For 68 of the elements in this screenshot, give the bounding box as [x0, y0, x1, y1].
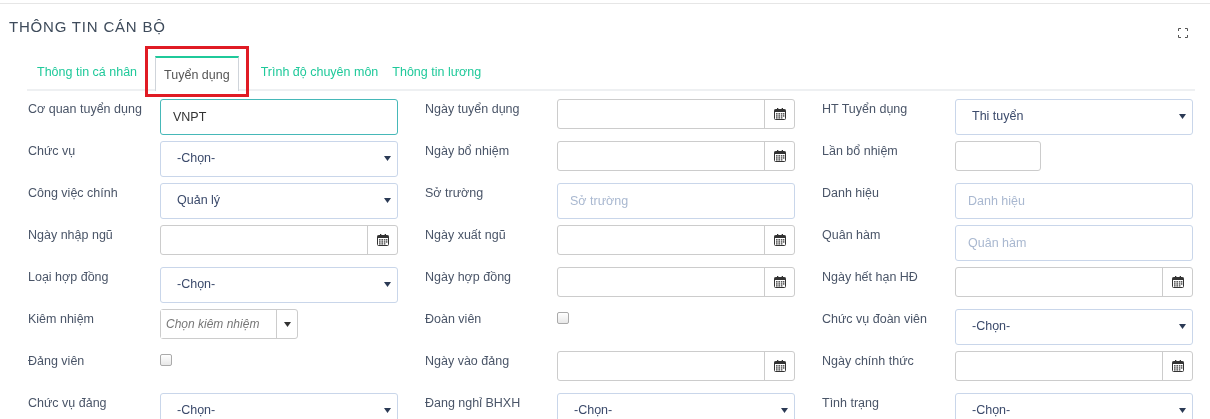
- calendar-icon[interactable]: [773, 108, 786, 120]
- field-label: Ngày nhập ngũ: [28, 227, 114, 244]
- select-field[interactable]: -Chọn-: [160, 267, 398, 303]
- number-field[interactable]: [955, 141, 1041, 171]
- field-label: Lần bổ nhiệm: [822, 143, 899, 160]
- calendar-icon[interactable]: [773, 234, 786, 246]
- date-field[interactable]: [955, 267, 1193, 297]
- field-label: Ngày xuất ngũ: [425, 227, 507, 244]
- field-label: Đảng viên: [28, 353, 86, 370]
- text-field[interactable]: Sở trường: [557, 183, 795, 219]
- caret-icon: [384, 281, 391, 287]
- field-label: Ngày vào đảng: [425, 353, 511, 370]
- caret-icon: [1179, 323, 1186, 329]
- checkbox[interactable]: [160, 354, 172, 366]
- field-label: Ngày hợp đồng: [425, 269, 513, 286]
- select-field[interactable]: -Chọn-: [557, 393, 795, 419]
- caret-icon[interactable]: [283, 321, 291, 327]
- checkbox[interactable]: [557, 312, 569, 324]
- field-label: Ngày tuyển dụng: [425, 101, 521, 118]
- calendar-icon[interactable]: [773, 360, 786, 372]
- field-label: Ngày hết hạn HĐ: [822, 269, 919, 286]
- field-label: Sở trường: [425, 185, 485, 202]
- field-label: Đang nghỉ BHXH: [425, 395, 522, 412]
- text-field[interactable]: Danh hiệu: [955, 183, 1193, 219]
- field-label: Ngày bổ nhiệm: [425, 143, 511, 160]
- date-field[interactable]: [557, 99, 795, 129]
- caret-icon: [1179, 407, 1186, 413]
- text-field[interactable]: VNPT: [160, 99, 398, 135]
- date-field[interactable]: [557, 225, 795, 255]
- select-field[interactable]: -Chọn-: [160, 141, 398, 177]
- field-label: Tình trạng: [822, 395, 880, 412]
- select-field[interactable]: Quản lý: [160, 183, 398, 219]
- combo-field[interactable]: Chọn kiêm nhiệm: [160, 309, 298, 339]
- tab[interactable]: Tuyển dụng: [155, 56, 239, 91]
- field-label: HT Tuyển dụng: [822, 101, 909, 118]
- field-label: Ngày chính thức: [822, 353, 915, 370]
- field-label: Cơ quan tuyển dụng: [28, 101, 143, 118]
- text-field[interactable]: Quân hàm: [955, 225, 1193, 261]
- field-label: Kiêm nhiệm: [28, 311, 95, 328]
- caret-icon: [1179, 113, 1186, 119]
- date-field[interactable]: [557, 351, 795, 381]
- field-label: Chức vụ: [28, 143, 77, 160]
- field-label: Quân hàm: [822, 227, 882, 244]
- field-label: Công việc chính: [28, 185, 119, 202]
- field-label: Chức vụ đảng: [28, 395, 108, 412]
- select-field[interactable]: Thi tuyển: [955, 99, 1193, 135]
- calendar-icon[interactable]: [376, 234, 389, 246]
- caret-icon: [384, 197, 391, 203]
- date-field[interactable]: [955, 351, 1193, 381]
- select-field[interactable]: -Chọn-: [955, 309, 1193, 345]
- select-field[interactable]: -Chọn-: [955, 393, 1193, 419]
- fullscreen-icon[interactable]: [1178, 28, 1188, 38]
- calendar-icon[interactable]: [773, 276, 786, 288]
- field-label: Danh hiệu: [822, 185, 880, 202]
- calendar-icon[interactable]: [1171, 276, 1184, 288]
- caret-icon: [781, 407, 788, 413]
- calendar-icon[interactable]: [1171, 360, 1184, 372]
- date-field[interactable]: [160, 225, 398, 255]
- date-field[interactable]: [557, 267, 795, 297]
- select-field[interactable]: -Chọn-: [160, 393, 398, 419]
- panel-title: THÔNG TIN CÁN BỘ: [9, 17, 166, 35]
- caret-icon: [384, 407, 391, 413]
- field-label: Loại hợp đồng: [28, 269, 110, 286]
- field-label: Chức vụ đoàn viên: [822, 311, 928, 328]
- date-field[interactable]: [557, 141, 795, 171]
- caret-icon: [384, 155, 391, 161]
- field-label: Đoàn viên: [425, 311, 483, 328]
- calendar-icon[interactable]: [773, 150, 786, 162]
